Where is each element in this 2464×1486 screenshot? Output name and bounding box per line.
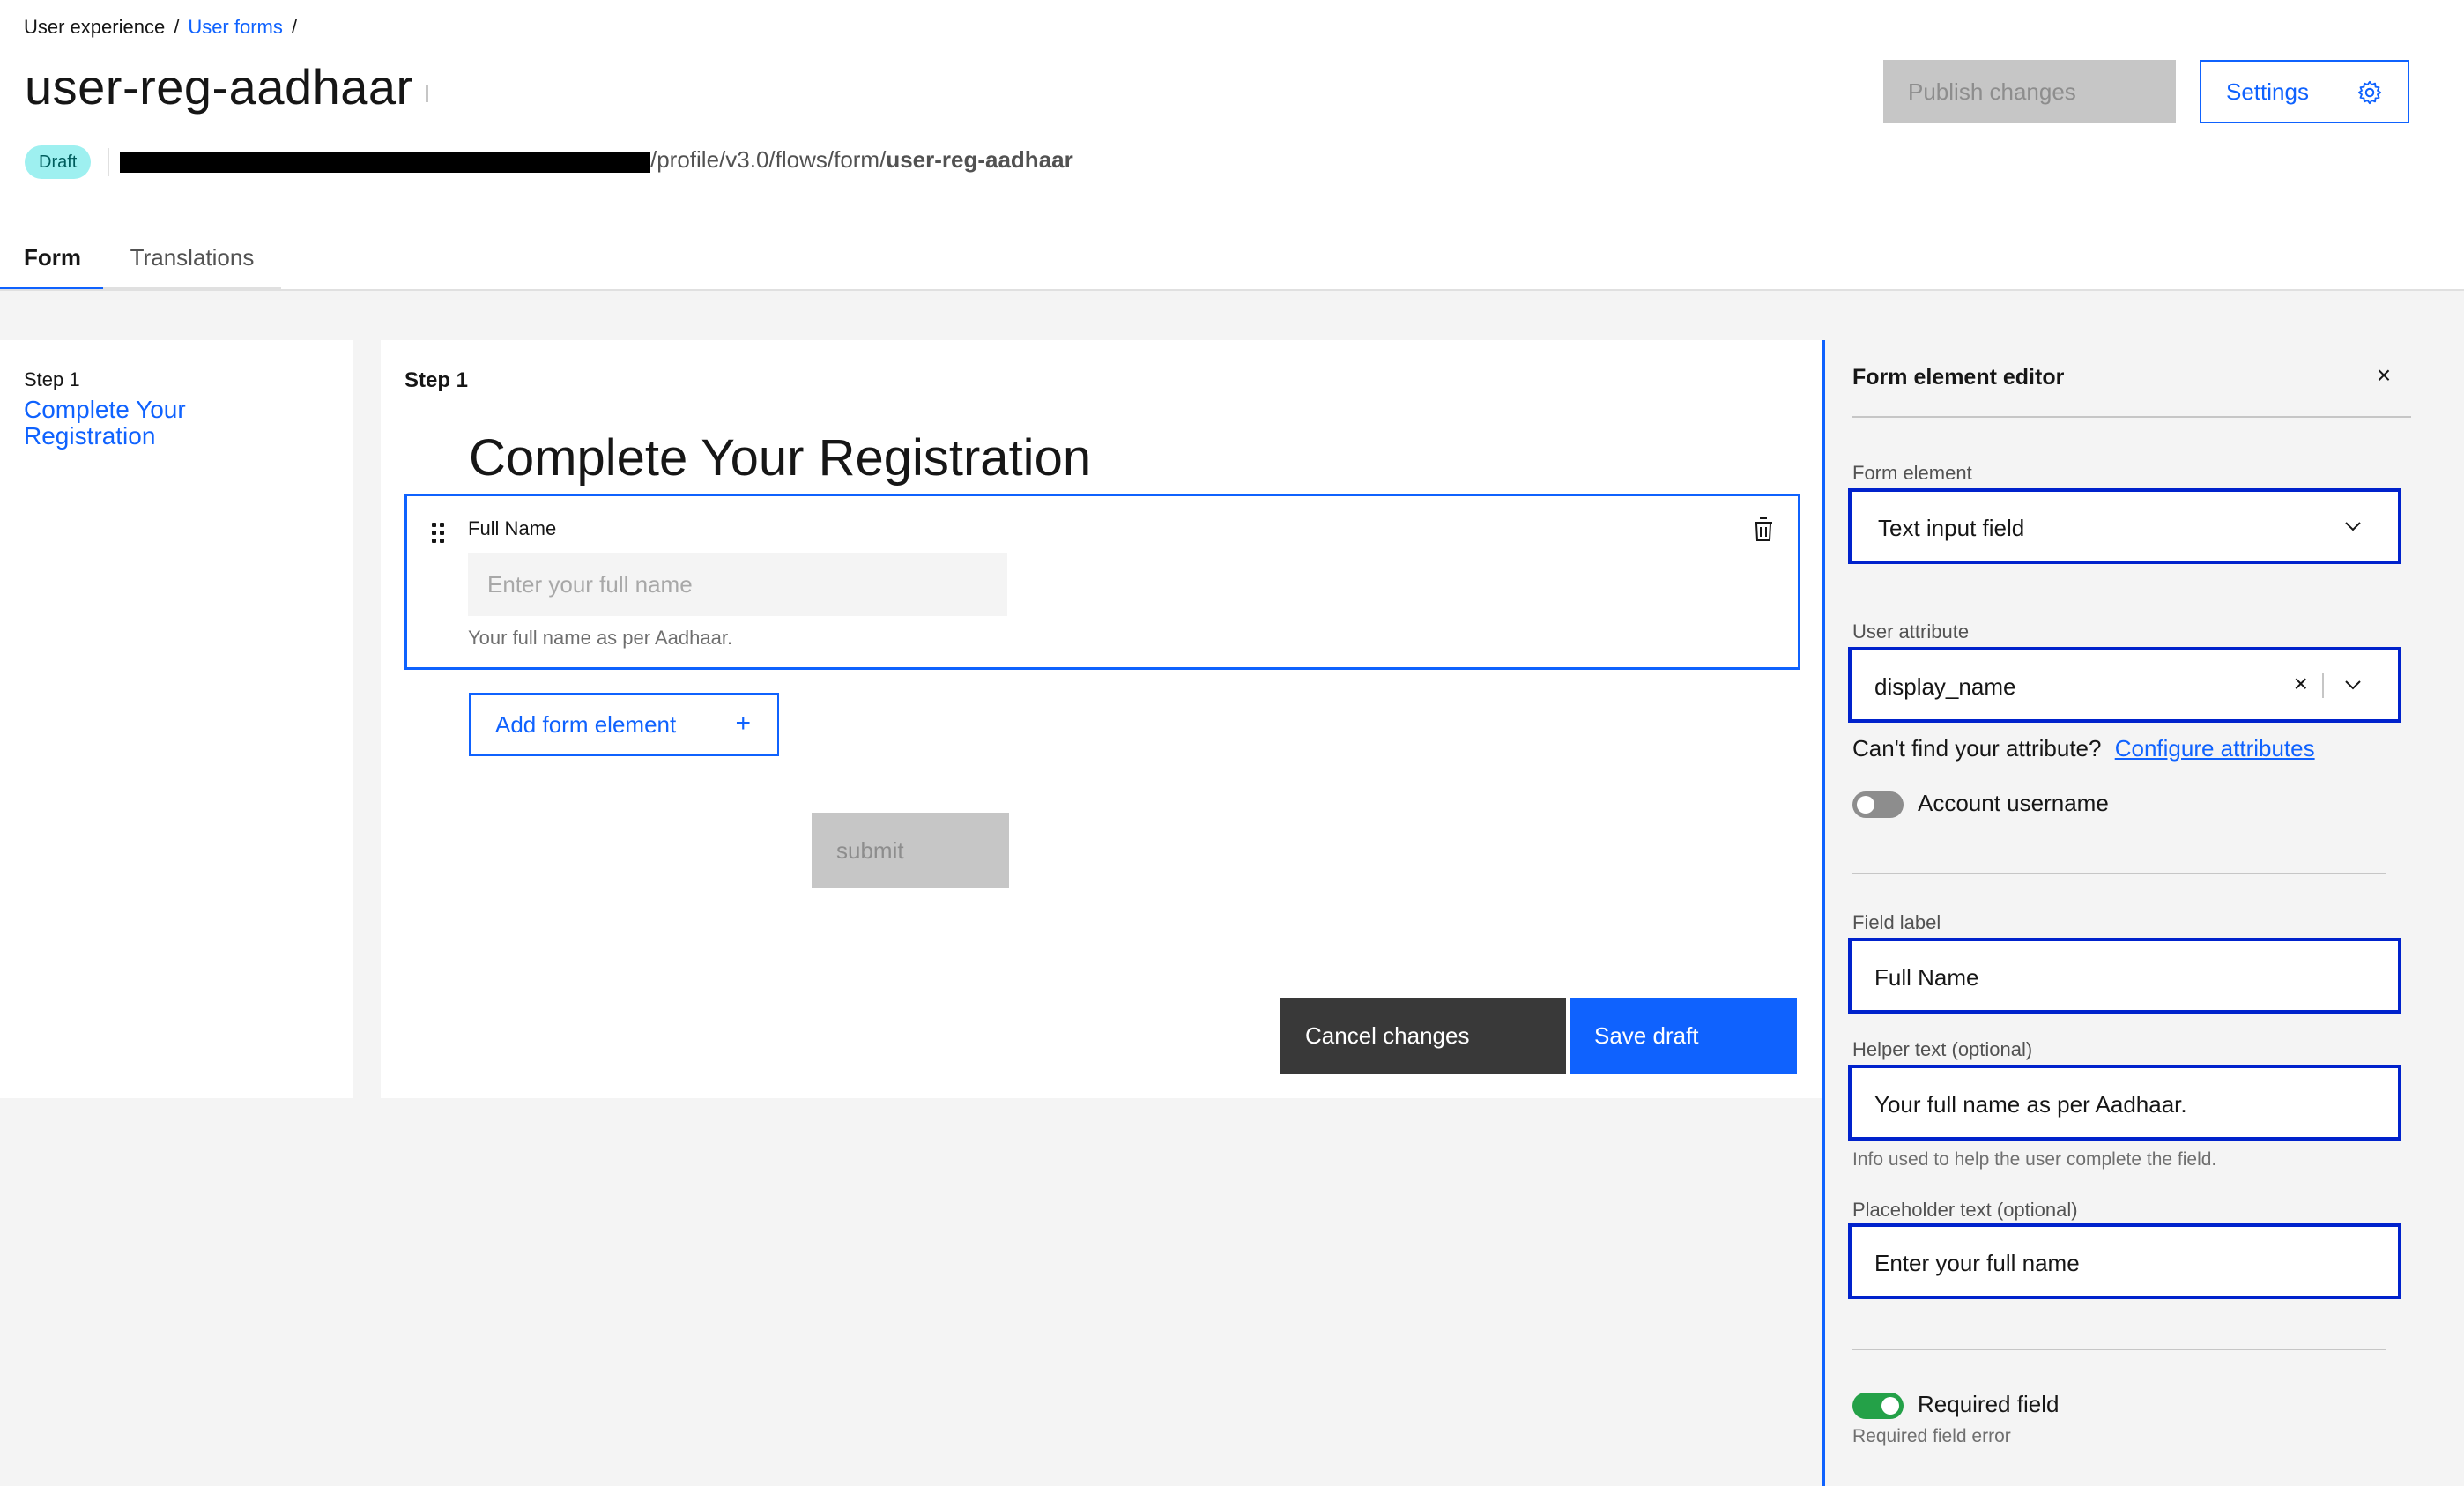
settings-button[interactable]: Settings	[2200, 60, 2409, 123]
configure-attributes-link[interactable]: Configure attributes	[2115, 735, 2315, 762]
user-attribute-value: display_name	[1874, 673, 2016, 700]
form-element-select[interactable]: Text input field	[1848, 488, 2401, 564]
chevron-down-icon[interactable]	[2343, 675, 2363, 695]
status-badge: Draft	[25, 145, 92, 179]
field-label: Full Name	[468, 517, 557, 539]
divider	[1852, 1349, 2386, 1350]
helper-text-input[interactable]: Your full name as per Aadhaar.	[1848, 1065, 2401, 1141]
page-header: User experience / User forms / user-reg-…	[0, 0, 2464, 291]
divider	[1852, 873, 2386, 874]
field-helper-text: Your full name as per Aadhaar.	[468, 627, 733, 649]
form-element-value: Text input field	[1878, 515, 2025, 541]
breadcrumb: User experience / User forms /	[24, 16, 297, 39]
tab-form[interactable]: Form	[0, 229, 103, 291]
step-navigator: Step 1 Complete Your Registration	[0, 340, 353, 1098]
user-attribute-combobox[interactable]: display_name ×	[1848, 647, 2401, 723]
page-title: user-reg-aadhaar	[25, 59, 413, 115]
save-draft-button[interactable]: Save draft	[1570, 998, 1797, 1074]
toggle-knob	[1881, 1397, 1899, 1415]
form-element-editor: Form element editor × Form element Text …	[1822, 340, 2464, 1486]
tab-bar: Form Translations	[0, 229, 281, 291]
divider	[1852, 416, 2411, 418]
required-field-toggle[interactable]	[1852, 1393, 1904, 1419]
submit-button[interactable]: submit	[812, 813, 1009, 888]
add-form-element-label: Add form element	[495, 710, 677, 738]
form-title: Complete Your Registration	[469, 429, 1092, 487]
placeholder-text-value: Enter your full name	[1874, 1250, 2080, 1276]
attribute-help: Can't find your attribute? Configure att…	[1852, 735, 2315, 762]
step-nav-link[interactable]: Complete Your Registration	[24, 397, 288, 450]
breadcrumb-separator: /	[291, 16, 297, 38]
placeholder-text-input[interactable]: Enter your full name	[1848, 1223, 2401, 1299]
account-username-label: Account username	[1918, 790, 2109, 816]
account-username-toggle[interactable]	[1852, 791, 1904, 818]
step-nav-label: Step 1	[24, 368, 80, 390]
tab-translations[interactable]: Translations	[103, 229, 281, 291]
form-url-name: user-reg-aadhaar	[886, 146, 1073, 173]
plus-icon: +	[735, 709, 751, 738]
chevron-down-icon	[2345, 522, 2361, 531]
trash-icon[interactable]	[1752, 516, 1775, 542]
form-preview: Step 1 Complete Your Registration Full N…	[381, 340, 1822, 1098]
user-attribute-label: User attribute	[1852, 620, 1970, 643]
breadcrumb-root: User experience	[24, 16, 166, 38]
redacted-url-host	[120, 152, 650, 173]
clear-icon[interactable]: ×	[2294, 670, 2308, 698]
close-icon[interactable]: ×	[2371, 363, 2396, 388]
cancel-changes-button[interactable]: Cancel changes	[1280, 998, 1566, 1074]
field-label-value: Full Name	[1874, 964, 1979, 991]
divider	[108, 148, 109, 176]
required-field-label: Required field	[1918, 1391, 2060, 1417]
divider	[2322, 673, 2324, 698]
field-label-label: Field label	[1852, 911, 1941, 933]
form-element-label: Form element	[1852, 462, 1972, 484]
form-element-card[interactable]: Full Name Your full name as per Aadhaar.	[404, 494, 1800, 670]
form-url: /profile/v3.0/flows/form/user-reg-aadhaa…	[650, 146, 1073, 174]
title-edit-caret	[426, 85, 428, 102]
helper-text-value: Your full name as per Aadhaar.	[1874, 1091, 2187, 1118]
preview-step-label: Step 1	[404, 368, 469, 392]
settings-label: Settings	[2226, 78, 2309, 105]
helper-text-hint: Info used to help the user complete the …	[1852, 1149, 2217, 1170]
gear-icon	[2357, 80, 2382, 105]
drag-handle-icon[interactable]	[432, 523, 446, 544]
breadcrumb-user-forms-link[interactable]: User forms	[188, 16, 283, 39]
required-field-error-label: Required field error	[1852, 1426, 2011, 1446]
helper-text-label: Helper text (optional)	[1852, 1038, 2033, 1060]
publish-changes-button[interactable]: Publish changes	[1883, 60, 2176, 123]
form-url-path: /profile/v3.0/flows/form/	[650, 146, 887, 173]
field-label-input[interactable]: Full Name	[1848, 938, 2401, 1014]
add-form-element-button[interactable]: Add form element +	[469, 693, 779, 756]
editor-title: Form element editor	[1852, 365, 2065, 390]
full-name-preview-input[interactable]	[468, 553, 1007, 616]
cant-find-text: Can't find your attribute?	[1852, 735, 2102, 762]
placeholder-text-label: Placeholder text (optional)	[1852, 1199, 2078, 1221]
breadcrumb-separator: /	[174, 16, 180, 38]
